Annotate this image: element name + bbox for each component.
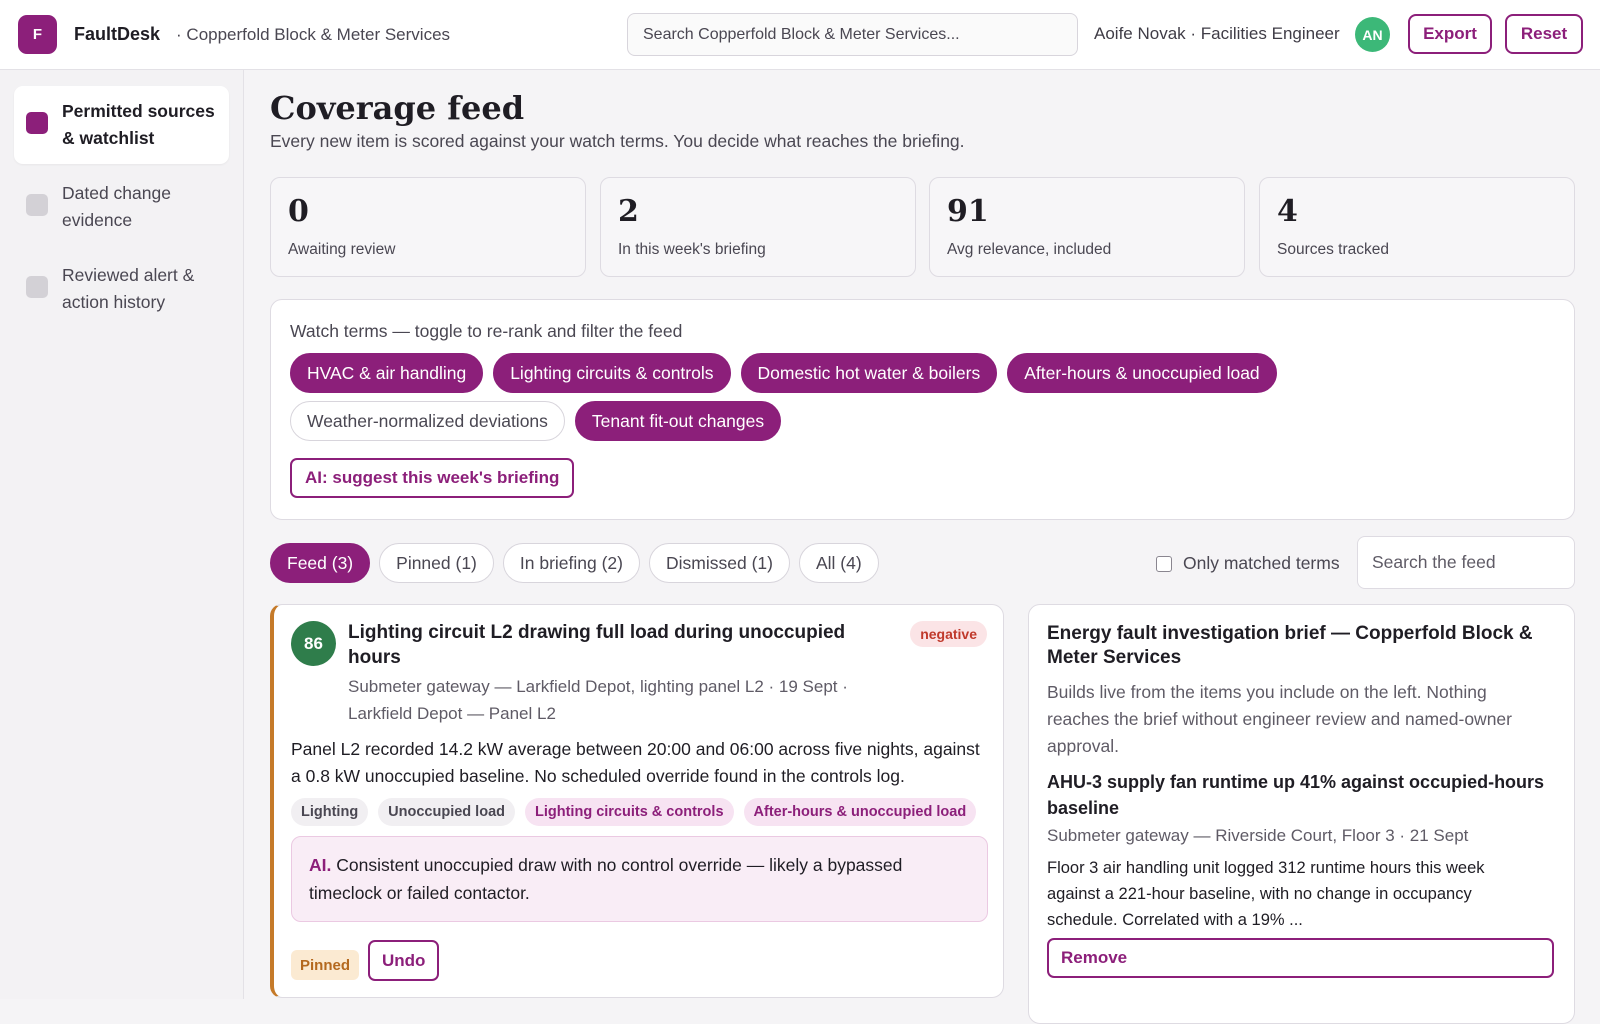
sidebar-item-alert-history[interactable]: Reviewed alert & action history — [14, 250, 229, 328]
sidebar-item-label: Dated change evidence — [62, 183, 171, 230]
sidebar-item-dated-change[interactable]: Dated change evidence — [14, 168, 229, 246]
sidebar-item-label: Permitted sources & watchlist — [62, 101, 215, 148]
page-subtitle: Every new item is scored against your wa… — [270, 131, 965, 151]
feed-item-meta: Submeter gateway — Larkfield Depot, ligh… — [348, 677, 848, 723]
feed-tabs: Feed (3) Pinned (1) In briefing (2) Dism… — [270, 543, 888, 583]
feed-search-input[interactable]: Search the feed — [1357, 536, 1575, 589]
sidebar-dot-icon — [26, 112, 48, 134]
feed-item-tags: Lighting Unoccupied load Lighting circui… — [291, 798, 986, 826]
stat-label: Avg relevance, included — [947, 241, 1112, 258]
feed-item-title: Lighting circuit L2 drawing full load du… — [348, 622, 846, 668]
briefing-item-title: AHU-3 supply fan runtime up 41% against … — [1047, 772, 1545, 818]
relevance-score-badge: 86 — [291, 621, 336, 666]
export-button[interactable]: Export — [1408, 14, 1492, 54]
stat-label: Awaiting review — [288, 241, 396, 258]
stat-label: Sources tracked — [1277, 241, 1389, 258]
remove-button[interactable]: Remove — [1047, 938, 1554, 978]
watch-terms-chips: HVAC & air handling Lighting circuits & … — [290, 353, 1290, 449]
page-title: Coverage feed — [270, 89, 525, 127]
briefing-panel: Energy fault investigation brief — Coppe… — [1028, 604, 1575, 1024]
tag-matched: After-hours & unoccupied load — [743, 798, 977, 826]
term-chip-lighting[interactable]: Lighting circuits & controls — [493, 353, 731, 393]
tag: Unoccupied load — [378, 798, 515, 826]
ai-insight-box: AI. Consistent unoccupied draw with no c… — [291, 836, 988, 922]
tab-all[interactable]: All (4) — [798, 543, 879, 583]
stat-sources-tracked: 4 Sources tracked — [1259, 177, 1575, 277]
ai-prefix: AI. — [309, 855, 332, 875]
only-matched-toggle[interactable]: Only matched terms — [1156, 553, 1340, 574]
tab-feed[interactable]: Feed (3) — [270, 543, 371, 583]
stat-avg-relevance: 91 Avg relevance, included — [929, 177, 1245, 277]
sidebar-item-permitted-sources[interactable]: Permitted sources & watchlist — [14, 86, 229, 164]
ai-suggest-briefing-button[interactable]: AI: suggest this week's briefing — [290, 458, 575, 498]
sidebar-item-label: Reviewed alert & action history — [62, 265, 195, 312]
stat-value: 4 — [1277, 194, 1298, 229]
avatar[interactable]: AN — [1355, 17, 1390, 52]
user-label: Aoife Novak · Facilities Engineer — [1094, 24, 1340, 43]
stat-in-briefing: 2 In this week's briefing — [600, 177, 916, 277]
term-chip-weather[interactable]: Weather-normalized deviations — [290, 401, 565, 441]
sidebar: Permitted sources & watchlist Dated chan… — [0, 70, 244, 999]
stat-label: In this week's briefing — [618, 241, 766, 258]
feed-item-card[interactable]: 86 Lighting circuit L2 drawing full load… — [270, 604, 1004, 998]
term-chip-after-hours[interactable]: After-hours & unoccupied load — [1007, 353, 1277, 393]
watch-terms-card: Watch terms — toggle to re-rank and filt… — [270, 299, 1575, 520]
term-chip-hot-water[interactable]: Domestic hot water & boilers — [740, 353, 998, 393]
sentiment-badge: negative — [910, 621, 987, 647]
term-chip-hvac[interactable]: HVAC & air handling — [290, 353, 484, 393]
stat-awaiting-review: 0 Awaiting review — [270, 177, 586, 277]
briefing-item-body: Floor 3 air handling unit logged 312 run… — [1047, 859, 1485, 929]
app-logo[interactable]: F — [18, 15, 57, 54]
feed-item-body: Panel L2 recorded 14.2 kW average betwee… — [291, 739, 980, 786]
sidebar-dot-icon — [26, 276, 48, 298]
tab-in-briefing[interactable]: In briefing (2) — [502, 543, 640, 583]
briefing-item-meta: Submeter gateway — Riverside Court, Floo… — [1047, 826, 1469, 845]
stat-value: 0 — [288, 194, 309, 229]
stat-value: 91 — [947, 194, 989, 229]
ai-insight-text: Consistent unoccupied draw with no contr… — [309, 855, 903, 903]
pinned-status-badge: Pinned — [291, 950, 360, 980]
tag: Lighting — [291, 798, 369, 826]
top-bar: F FaultDesk · Copperfold Block & Meter S… — [0, 0, 1600, 70]
tab-dismissed[interactable]: Dismissed (1) — [649, 543, 790, 583]
org-name: · Copperfold Block & Meter Services — [176, 24, 451, 44]
only-matched-checkbox[interactable] — [1156, 555, 1172, 572]
sidebar-dot-icon — [26, 194, 48, 216]
stat-value: 2 — [618, 194, 639, 229]
tab-pinned[interactable]: Pinned (1) — [379, 543, 494, 583]
tag-matched: Lighting circuits & controls — [525, 798, 734, 826]
app-name: FaultDesk — [74, 24, 161, 44]
briefing-title: Energy fault investigation brief — Coppe… — [1047, 623, 1533, 668]
watch-terms-title: Watch terms — toggle to re-rank and filt… — [290, 321, 683, 341]
global-search-input[interactable]: Search Copperfold Block & Meter Services… — [627, 13, 1078, 56]
only-matched-label: Only matched terms — [1183, 553, 1340, 573]
term-chip-fit-out[interactable]: Tenant fit-out changes — [574, 401, 782, 441]
undo-button[interactable]: Undo — [368, 940, 440, 981]
briefing-subtitle: Builds live from the items you include o… — [1047, 682, 1512, 756]
reset-button[interactable]: Reset — [1505, 14, 1583, 54]
